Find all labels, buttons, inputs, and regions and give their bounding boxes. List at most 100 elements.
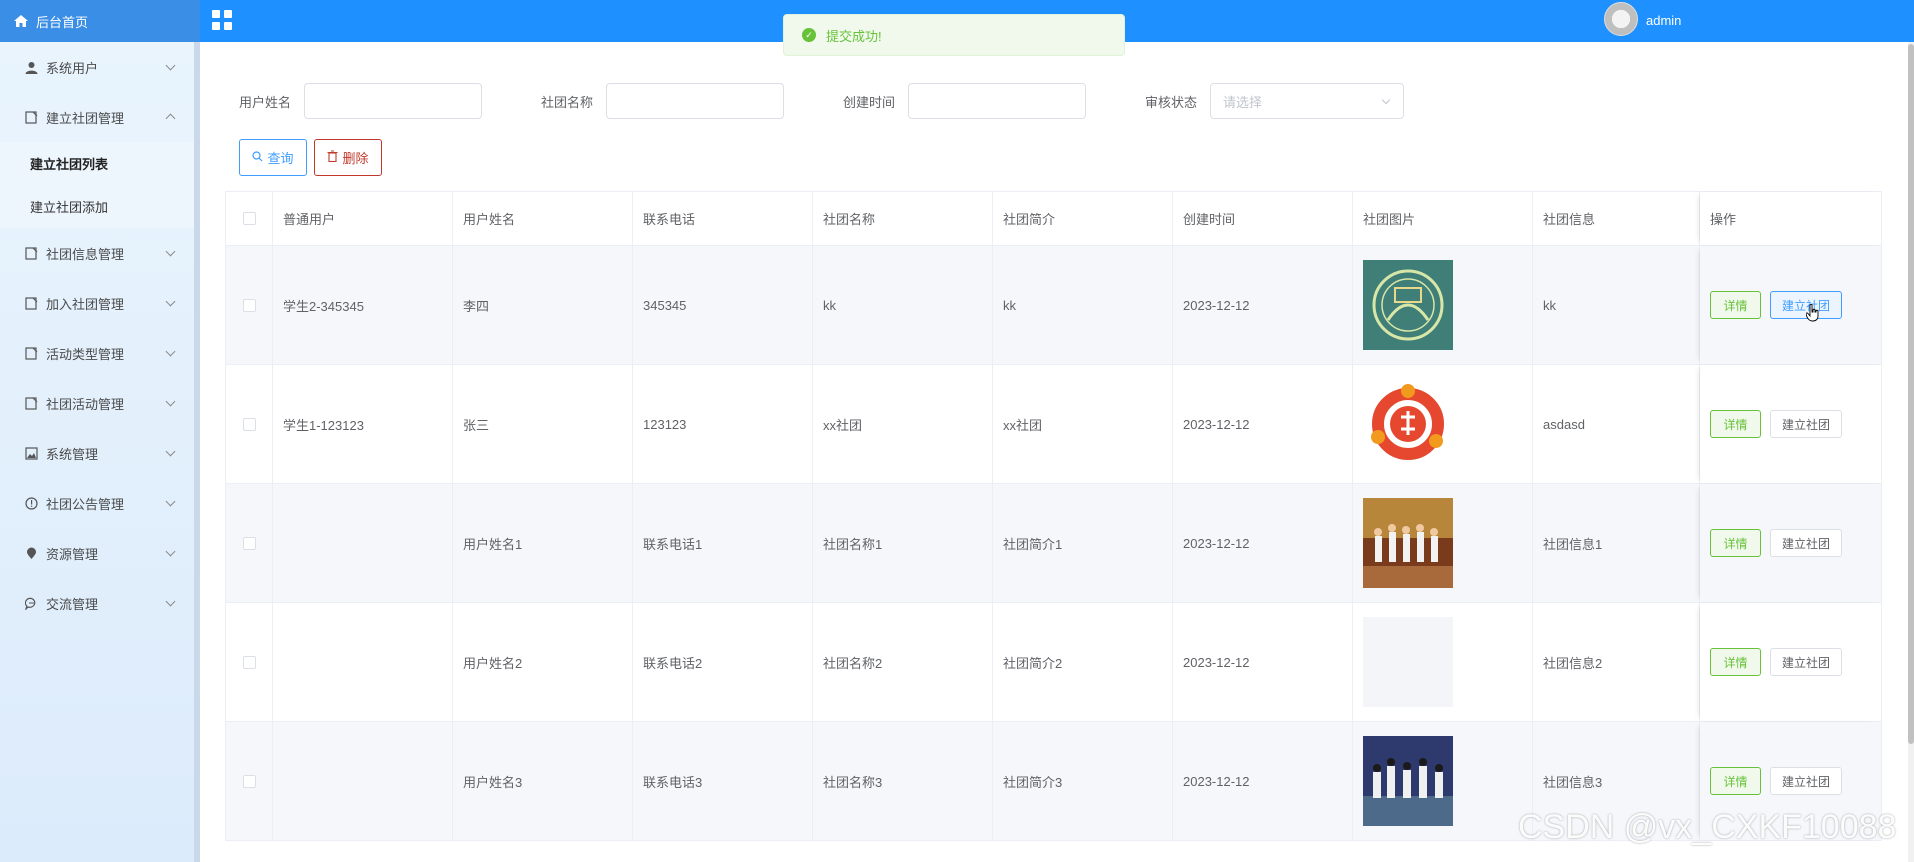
query-label: 查询 [267,151,294,166]
build-club-button[interactable]: 建立社团 [1770,410,1842,438]
club-name-input[interactable] [606,83,784,119]
header-club: 社团名称 [813,192,993,245]
sidebar-item-club-notice[interactable]: 社团公告管理 [0,478,194,528]
sidebar-item-label: 社团公告管理 [46,496,125,512]
menu-toggle-grid-icon[interactable] [212,10,232,30]
vertical-scrollbar[interactable] [1908,42,1914,862]
cell-user [273,484,453,602]
chevron-down-icon [165,496,176,507]
detail-button[interactable]: 详情 [1710,410,1761,438]
cell-user: 学生1-123123 [273,365,453,483]
club-table: 普通用户 用户姓名 联系电话 社团名称 社团简介 创建时间 社团图片 社团信息 … [225,191,1882,841]
sidebar-subitem-club-list[interactable]: 建立社团列表 [0,142,194,185]
review-status-label: 审核状态 [1145,95,1198,110]
user-name[interactable]: admin [1646,13,1681,28]
sidebar-item-label: 社团活动管理 [46,396,125,412]
cell-actions: 详情 建立社团 [1700,484,1882,602]
toast-message: 提交成功! [826,28,882,44]
cell-intro: kk [993,246,1173,364]
home-link[interactable]: 后台首页 [0,0,200,42]
info-icon [24,496,38,510]
build-club-button[interactable]: 建立社团 [1770,767,1842,795]
sidebar-item-communication[interactable]: 交流管理 [0,578,194,628]
chevron-down-icon [165,346,176,357]
location-icon [24,546,38,560]
cell-phone: 345345 [633,246,813,364]
build-club-button[interactable]: 建立社团 [1770,648,1842,676]
chevron-down-icon [165,246,176,257]
row-checkbox[interactable] [242,417,256,431]
cell-name: 用户姓名3 [453,722,633,840]
delete-label: 删除 [342,151,369,166]
header-image: 社团图片 [1353,192,1533,245]
query-button[interactable]: 查询 [239,139,307,176]
sidebar-item-club-info[interactable]: 社团信息管理 [0,228,194,278]
sidebar-item-system-manage[interactable]: 系统管理 [0,428,194,478]
submenu-build-club: 建立社团列表 建立社团添加 [0,142,194,228]
chevron-down-icon [165,446,176,457]
cell-image [1353,365,1533,483]
cell-phone: 123123 [633,365,813,483]
header-name: 用户姓名 [453,192,633,245]
table-row: 用户姓名1 联系电话1 社团名称1 社团简介1 2023-12-12 社团信息1… [225,484,1882,603]
build-club-button[interactable]: 建立社团 [1770,529,1842,557]
sidebar-item-system-users[interactable]: 系统用户 [0,42,194,92]
hand-cursor-icon [1806,304,1819,322]
detail-button[interactable]: 详情 [1710,529,1761,557]
row-checkbox[interactable] [242,655,256,669]
detail-button[interactable]: 详情 [1710,648,1761,676]
row-select-cell [225,246,273,364]
sidebar-item-label: 系统管理 [46,446,99,462]
club-image-blank[interactable] [1363,617,1453,707]
image-icon [24,446,38,460]
scrollbar-thumb[interactable] [1908,44,1914,744]
sidebar-item-activity-type[interactable]: 活动类型管理 [0,328,194,378]
club-image[interactable] [1363,379,1453,469]
delete-button[interactable]: 删除 [314,139,382,176]
sidebar-item-label: 社团信息管理 [46,246,125,262]
row-checkbox[interactable] [242,774,256,788]
chevron-down-icon [165,396,176,407]
user-name-input[interactable] [304,83,482,119]
sidebar-item-label: 系统用户 [46,60,99,76]
sidebar-item-join-club[interactable]: 加入社团管理 [0,278,194,328]
row-checkbox[interactable] [242,298,256,312]
row-checkbox[interactable] [242,536,256,550]
sidebar-item-club-activity[interactable]: 社团活动管理 [0,378,194,428]
sidebar-item-resources[interactable]: 资源管理 [0,528,194,578]
cell-user: 学生2-345345 [273,246,453,364]
cell-club: 社团名称2 [813,603,993,721]
created-time-input[interactable] [908,83,1086,119]
cell-name: 用户姓名2 [453,603,633,721]
cell-date: 2023-12-12 [1173,603,1353,721]
sidebar-item-label: 加入社团管理 [46,296,125,312]
review-status-select[interactable]: 请选择 [1210,83,1404,119]
check-circle-icon: ✓ [802,28,816,42]
cell-intro: 社团简介3 [993,722,1173,840]
document-icon [24,246,38,260]
detail-button[interactable]: 详情 [1710,291,1761,319]
cell-image [1353,484,1533,602]
avatar[interactable] [1604,2,1638,36]
header-date: 创建时间 [1173,192,1353,245]
sidebar-item-label: 交流管理 [46,596,99,612]
club-image[interactable] [1363,260,1453,350]
header-intro: 社团简介 [993,192,1173,245]
created-time-label: 创建时间 [843,95,896,110]
select-all-checkbox[interactable] [242,212,256,225]
sidebar-item-build-club[interactable]: 建立社团管理 [0,92,194,142]
cell-name: 用户姓名1 [453,484,633,602]
detail-button[interactable]: 详情 [1710,767,1761,795]
sidebar-item-label: 资源管理 [46,546,99,562]
sidebar-subitem-club-add[interactable]: 建立社团添加 [0,185,194,228]
chevron-down-icon [1381,95,1391,105]
club-image[interactable] [1363,498,1453,588]
cell-image [1353,603,1533,721]
document-icon [24,110,38,124]
club-image[interactable] [1363,736,1453,826]
cell-info: kk [1533,246,1700,364]
header-select-cell [225,192,273,245]
document-icon [24,296,38,310]
cell-intro: 社团简介2 [993,603,1173,721]
cell-intro: xx社团 [993,365,1173,483]
